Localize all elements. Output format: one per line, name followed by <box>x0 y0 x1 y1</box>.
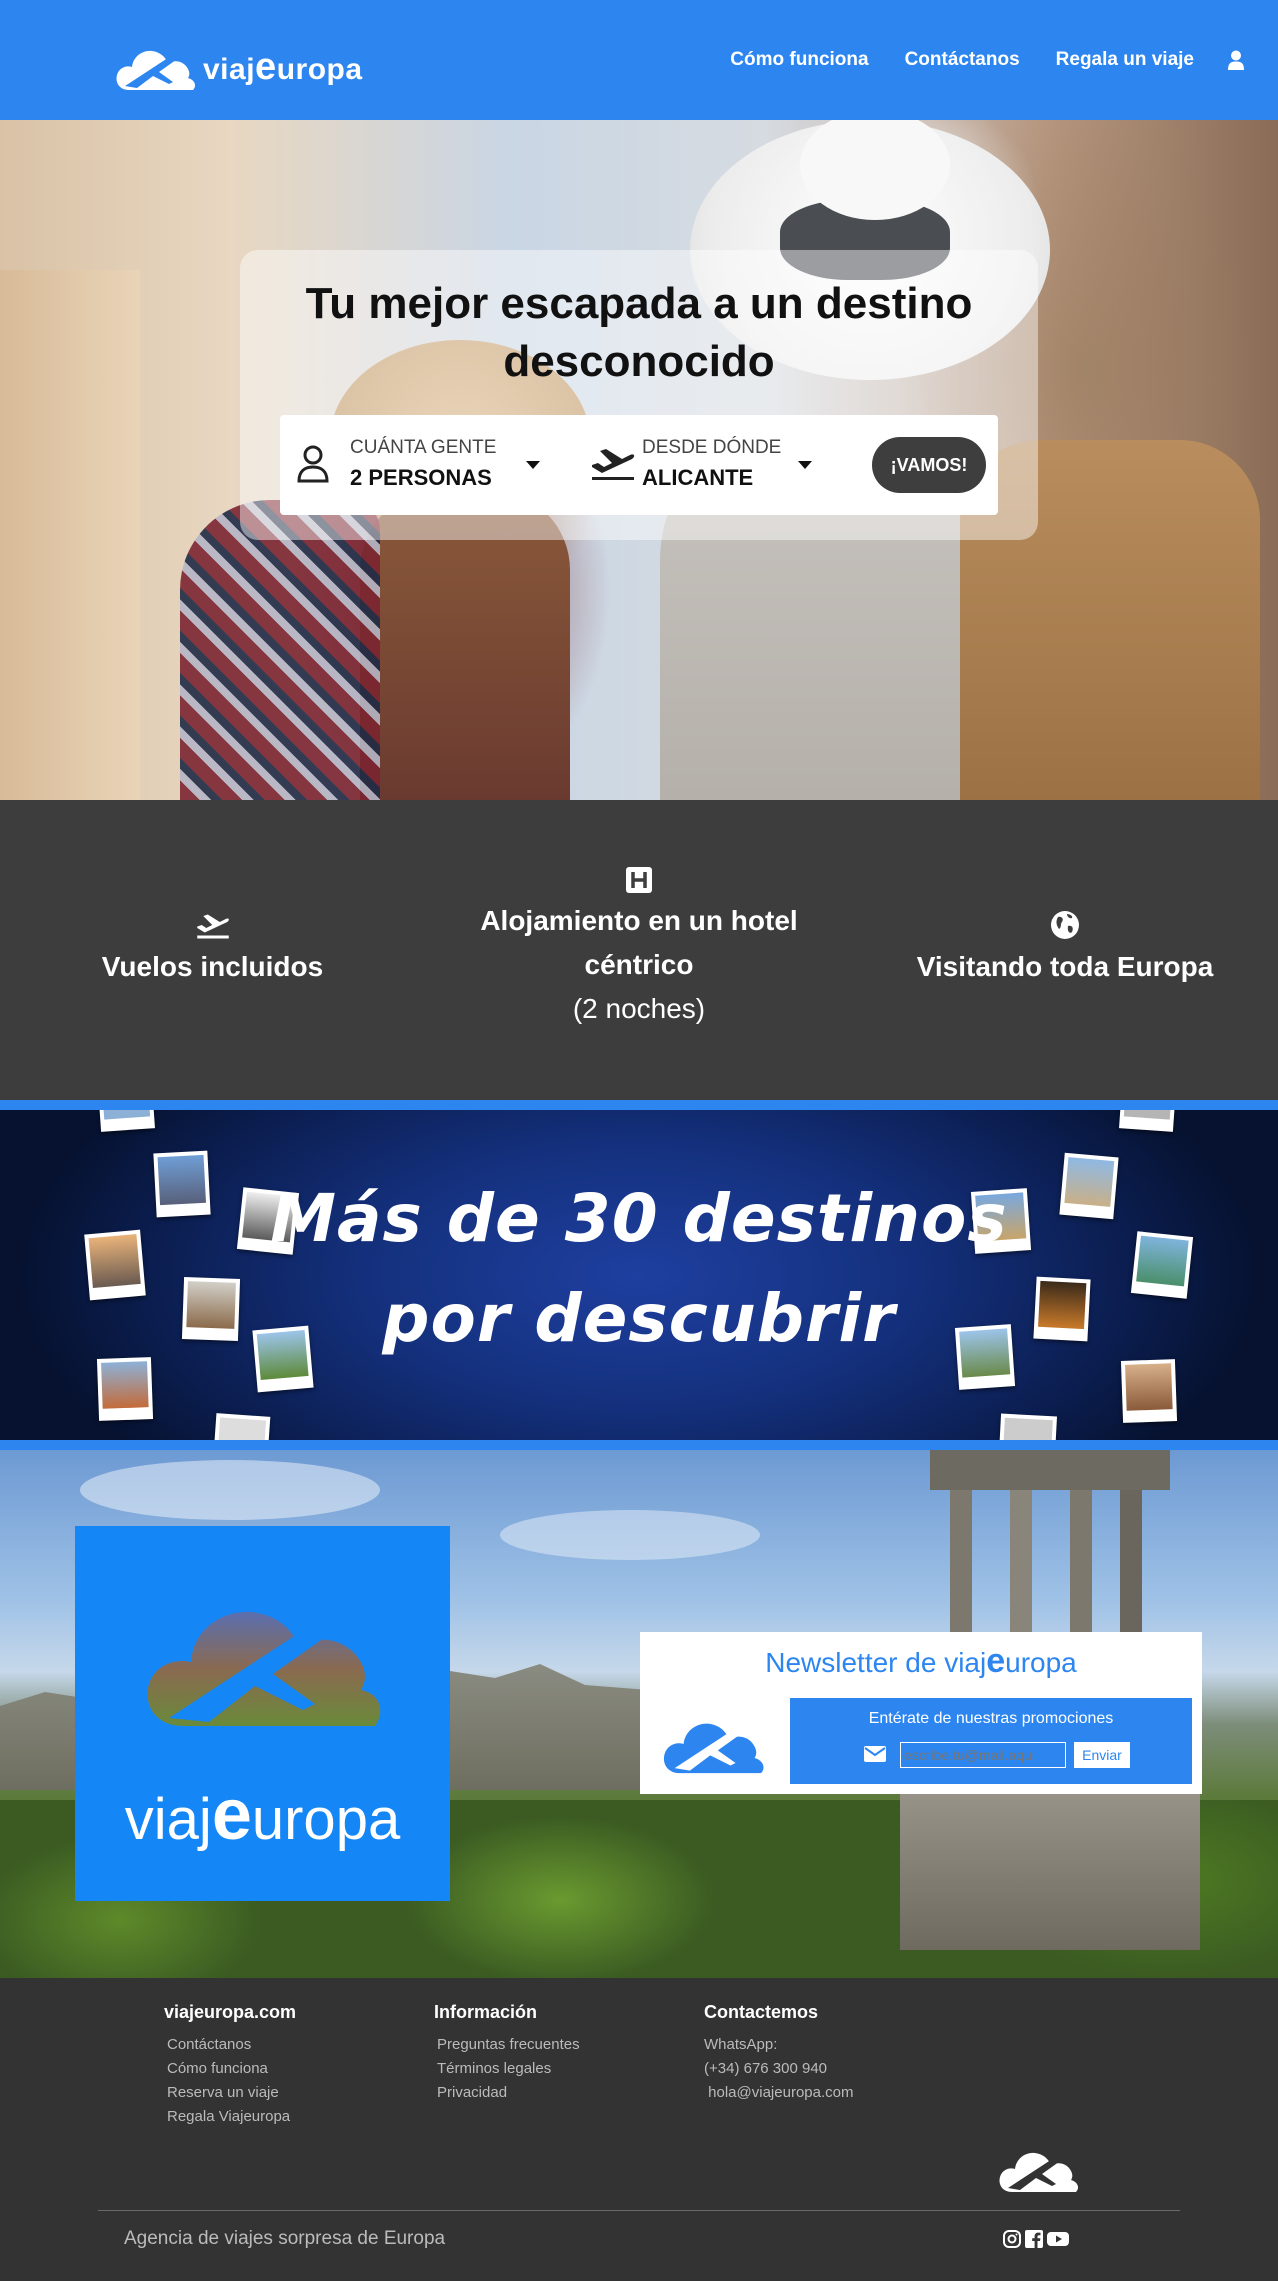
hotel-icon <box>626 867 652 893</box>
cloud-plane-icon <box>116 48 196 90</box>
footer-col-site-title: viajeuropa.com <box>164 2002 297 2022</box>
instagram-icon[interactable] <box>1003 2230 1021 2248</box>
chevron-down-icon <box>526 461 540 469</box>
footer-link-contactanos[interactable]: Contáctanos <box>164 2033 296 2057</box>
banner-line1: Más de 30 destinos <box>270 1180 1008 1257</box>
footer-col-contact-title: Contactemos <box>704 2002 819 2022</box>
cloud-plane-icon <box>663 1719 764 1774</box>
cloud-plane-icon <box>999 2150 1079 2192</box>
footer-link-terms[interactable]: Términos legales <box>434 2057 580 2081</box>
social-links <box>1003 2230 1069 2248</box>
destination-photo <box>1119 1110 1175 1132</box>
destination-photo <box>1120 1359 1178 1423</box>
newsletter-title: Newsletter de viajeuropa <box>765 1642 1077 1680</box>
search-submit-button[interactable]: ¡VAMOS! <box>872 437 986 493</box>
destination-photo <box>998 1413 1058 1440</box>
features-section: Vuelos incluidos Alojamiento en un hotel… <box>0 800 1278 1100</box>
airplane-departure-icon <box>196 914 229 939</box>
people-label: CUÁNTA GENTE <box>350 437 497 458</box>
footer-link-privacy[interactable]: Privacidad <box>434 2081 580 2105</box>
feature-hotel-line3: (2 noches) <box>572 993 706 1024</box>
footer-tagline: Agencia de viajes sorpresa de Europa <box>124 2228 446 2249</box>
hero-section: Tu mejor escapada a un destino desconoci… <box>0 120 1278 800</box>
destination-photo <box>213 1413 271 1440</box>
footer-col-info-title: Información <box>434 2002 538 2022</box>
origin-selector[interactable]: DESDE DÓNDE ALICANTE <box>580 415 870 515</box>
footer-divider <box>98 2210 1180 2211</box>
facebook-icon[interactable] <box>1025 2230 1043 2248</box>
youtube-icon[interactable] <box>1047 2230 1069 2248</box>
footer-link-como-funciona[interactable]: Cómo funciona <box>164 2057 296 2081</box>
brand-name: viajeuropa <box>203 45 363 88</box>
feature-flights-text: Vuelos incluidos <box>101 951 324 982</box>
footer-phone[interactable]: (+34) 676 300 940 <box>704 2057 853 2081</box>
feature-flights: Vuelos incluidos <box>60 910 365 989</box>
user-icon[interactable] <box>1228 50 1244 70</box>
envelope-icon <box>864 1746 886 1762</box>
origin-value: ALICANTE <box>642 465 754 490</box>
banner-bottom-border <box>0 1440 1278 1450</box>
nav-regala-un-viaje[interactable]: Regala un viaje <box>1056 49 1194 71</box>
banner-top-border <box>0 1100 1278 1110</box>
footer-col-site: viajeuropa.com Contáctanos Cómo funciona… <box>164 2002 296 2129</box>
feature-hotel: Alojamiento en un hotel céntrico (2 noch… <box>430 866 848 1031</box>
footer-email[interactable]: hola@viajeuropa.com <box>704 2081 853 2105</box>
chevron-down-icon <box>798 461 812 469</box>
brand-logo[interactable]: viajeuropa <box>115 42 363 92</box>
nav-como-funciona[interactable]: Cómo funciona <box>730 49 868 71</box>
banner-line2: por descubrir <box>382 1280 896 1357</box>
newsletter-submit-button[interactable]: Enviar <box>1074 1742 1130 1768</box>
brand-square-name: viajeuropa <box>124 1775 401 1855</box>
brand-logo-card: viajeuropa <box>75 1526 450 1901</box>
newsletter-message: Entérate de nuestras promociones <box>868 1710 1114 1727</box>
feature-hotel-line1: Alojamiento en un hotel <box>480 905 798 936</box>
people-value: 2 PERSONAS <box>350 465 492 490</box>
footer-link-regala[interactable]: Regala Viajeuropa <box>164 2105 296 2129</box>
destination-photo <box>99 1110 155 1132</box>
globe-icon <box>1051 911 1079 939</box>
feature-europe: Visitando toda Europa <box>900 910 1230 989</box>
destination-photo <box>96 1357 154 1421</box>
cloud-plane-icon <box>147 1604 381 1726</box>
origin-label: DESDE DÓNDE <box>642 437 782 458</box>
nav-contactanos[interactable]: Contáctanos <box>905 49 1020 71</box>
airplane-departure-icon <box>592 449 635 480</box>
footer-col-info: Información Preguntas frecuentes Término… <box>434 2002 580 2105</box>
site-footer: viajeuropa.com Contáctanos Cómo funciona… <box>0 1978 1278 2281</box>
destinations-banner: Más de 30 destinos por descubrir <box>0 1110 1278 1440</box>
hero-title: Tu mejor escapada a un destino desconoci… <box>305 279 973 386</box>
newsletter-card: Newsletter de viajeuropa Entérate de nue… <box>640 1632 1202 1794</box>
newsletter-form: Entérate de nuestras promociones Enviar <box>790 1698 1192 1784</box>
footer-whatsapp-label: WhatsApp: <box>704 2036 778 2053</box>
trip-search-bar: CUÁNTA GENTE 2 PERSONAS DESDE DÓNDE ALIC… <box>280 415 998 515</box>
people-selector[interactable]: CUÁNTA GENTE 2 PERSONAS <box>280 415 570 515</box>
newsletter-email-input[interactable] <box>900 1742 1066 1768</box>
footer-link-reserva[interactable]: Reserva un viaje <box>164 2081 296 2105</box>
feature-europe-text: Visitando toda Europa <box>916 951 1214 982</box>
footer-link-faq[interactable]: Preguntas frecuentes <box>434 2033 580 2057</box>
feature-hotel-line2: céntrico <box>584 949 694 980</box>
top-navbar: viajeuropa Cómo funciona Contáctanos Reg… <box>0 0 1278 120</box>
person-icon <box>297 445 329 483</box>
city-photo-section: viajeuropa Newsletter de viajeuropa Enté… <box>0 1450 1278 1978</box>
footer-col-contact: Contactemos WhatsApp: (+34) 676 300 940 … <box>704 2002 853 2105</box>
